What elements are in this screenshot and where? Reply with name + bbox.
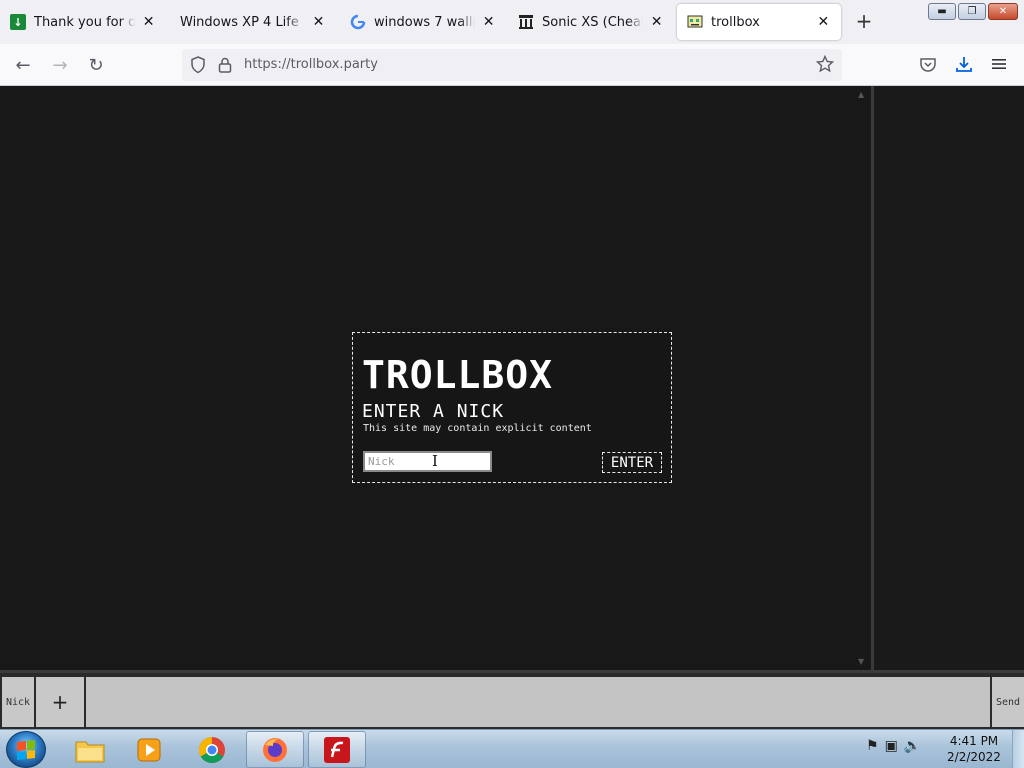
google-icon [350,14,366,30]
firefox-icon[interactable] [246,731,304,768]
tab-sonic-xs[interactable]: Sonic XS (Cheat Codes ✕ [508,4,674,40]
message-input[interactable] [86,677,990,727]
tab-thank-you[interactable]: ↓ Thank you for downloading ✕ [0,4,166,40]
tab-windows-xp[interactable]: Windows XP 4 Life :: Make ✕ [170,4,336,40]
windows-taskbar: ⚑ ▣ 🔈 4:41 PM 2/2/2022 [0,729,1024,768]
tab-title: Windows XP 4 Life :: Make [180,14,305,30]
bookmark-star-icon[interactable] [815,54,835,77]
url-text: https://trollbox.party [244,57,378,72]
browser-navbar: ← → ↻ https://trollbox.party [0,44,1024,86]
flash-player-icon[interactable] [308,731,366,768]
new-tab-button[interactable]: + [853,10,875,32]
pocket-icon[interactable] [919,56,937,78]
tab-title: Thank you for downloading [34,14,136,30]
museum-icon [518,14,534,30]
start-button[interactable] [6,731,46,768]
windows-logo-icon [17,739,35,760]
volume-icon[interactable]: 🔈 [904,738,921,754]
tab-title: Sonic XS (Cheat Codes [542,14,644,30]
trollbox-icon [687,14,703,30]
desktop-screen: ↓ Thank you for downloading ✕ Windows XP… [0,0,1024,768]
clock-time: 4:41 PM [949,734,999,748]
back-arrow-icon[interactable]: ← [12,54,34,76]
chat-scrollbar[interactable]: ▲ ▼ [857,90,867,666]
close-tab-icon[interactable]: ✕ [141,14,156,30]
close-window-button[interactable]: ✕ [988,3,1018,20]
action-center-flag-icon[interactable]: ⚑ [866,738,879,754]
page-content: ▲ ▼ TROLLBOX ENTER A NICK This site may … [0,86,1024,729]
scroll-up-icon[interactable]: ▲ [858,90,864,99]
explicit-content-warning: This site may contain explicit content [363,423,592,434]
trollbox-logo-text: TROLLBOX [362,353,554,397]
user-list-pane [874,86,1024,670]
nick-button[interactable]: Nick [2,677,34,727]
explorer-folder-icon[interactable] [61,731,119,768]
tab-trollbox[interactable]: trollbox ✕ [677,4,841,40]
taskbar-clock[interactable]: 4:41 PM 2/2/2022 [944,733,1004,765]
close-tab-icon[interactable]: ✕ [816,14,831,30]
add-button[interactable]: + [36,677,84,727]
media-player-icon[interactable] [120,731,178,768]
tab-title: trollbox [711,14,760,30]
chrome-icon[interactable] [183,731,241,768]
lock-icon[interactable] [218,56,232,78]
show-desktop-button[interactable] [1012,730,1024,768]
browser-tab-strip: ↓ Thank you for downloading ✕ Windows XP… [0,0,1024,44]
clock-date: 2/2/2022 [947,750,1001,764]
close-tab-icon[interactable]: ✕ [481,14,496,30]
enter-button[interactable]: ENTER [602,452,662,473]
tab-title: windows 7 wallpaper [374,14,475,30]
shield-icon[interactable] [190,56,206,78]
maximize-button[interactable]: ❐ [958,3,986,20]
tab-windows-7-wallpaper[interactable]: windows 7 wallpaper ✕ [340,4,506,40]
minimize-button[interactable]: ▬ [928,3,956,20]
nick-dialog: TROLLBOX ENTER A NICK This site may cont… [352,332,672,483]
close-tab-icon[interactable]: ✕ [649,14,664,30]
window-controls: ▬ ❐ ✕ [928,3,1018,20]
system-tray: ⚑ ▣ 🔈 [866,738,921,754]
dialog-heading: ENTER A NICK [362,401,505,422]
nick-input[interactable] [363,451,492,472]
chat-input-bar: Nick + Send [0,670,1024,729]
url-bar[interactable]: https://trollbox.party [182,49,842,81]
scroll-down-icon[interactable]: ▼ [858,657,864,666]
forward-arrow-icon[interactable]: → [49,54,71,76]
close-tab-icon[interactable]: ✕ [311,14,326,30]
network-icon[interactable]: ▣ [885,738,898,754]
download-site-icon: ↓ [10,14,26,30]
reload-icon[interactable]: ↻ [85,54,107,76]
send-button[interactable]: Send [992,677,1024,727]
hamburger-menu-icon[interactable] [991,56,1007,76]
download-icon[interactable] [955,55,973,77]
